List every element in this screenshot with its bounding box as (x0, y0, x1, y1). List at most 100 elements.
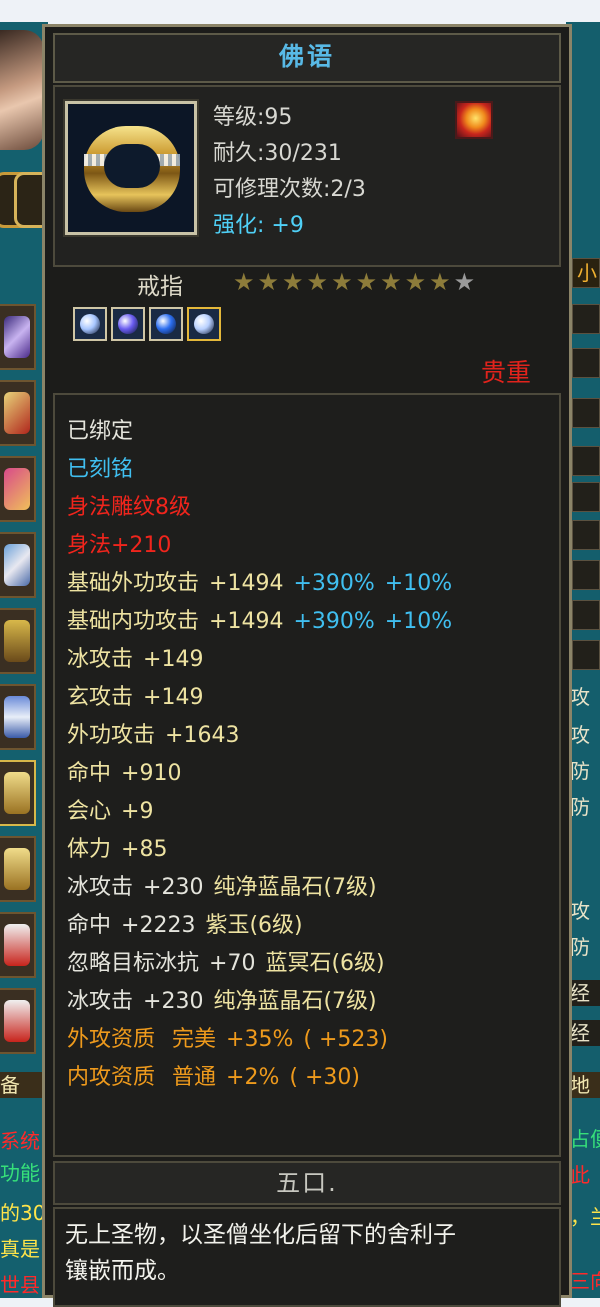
external-aptitude: 外攻资质 完美 +35% ( +523) (67, 1025, 388, 1055)
gem-bonus-line: 冰攻击 +230 纯净蓝晶石(7级) (67, 873, 377, 903)
star-filled-icon: ★ (306, 268, 329, 296)
gem-bonus-line: 冰攻击 +230 纯净蓝晶石(7级) (67, 987, 377, 1017)
background-field (572, 560, 600, 590)
attr-value: +70 (209, 951, 256, 976)
aptitude-grade: 普通 (172, 1065, 217, 1090)
stamina: 体力 +85 (67, 835, 167, 865)
item-name: 佛语 (278, 42, 335, 71)
gem-name: 紫玉(6级) (205, 913, 303, 938)
item-tooltip: 佛语 等级:95 耐久:30/231 可修理次数:2/3 强化: +9 戒指 ★… (42, 24, 572, 1307)
background-field (572, 398, 600, 428)
equip-slot-weapon[interactable] (0, 304, 36, 370)
background-label: 备 (0, 1072, 48, 1098)
carving-level: 身法雕纹8级 (67, 495, 191, 520)
base-external-attack: 基础外功攻击 +1494 +390% +10% (67, 569, 452, 599)
item-durability: 耐久:30/231 (213, 141, 342, 166)
star-filled-icon: ★ (331, 268, 353, 296)
ice-attack: 冰攻击 +149 (67, 645, 203, 675)
background-label: 攻 (570, 685, 590, 709)
agility-bonus: 身法+210 (67, 533, 172, 558)
background-label: 防 (570, 759, 590, 783)
attr-label: 玄攻击 (67, 685, 134, 710)
background-label: 攻 (570, 899, 590, 923)
attr-percent-2: +10% (384, 609, 453, 634)
attr-value: +1494 (209, 571, 284, 596)
background-field (572, 640, 600, 670)
attr-label: 冰攻击 (67, 875, 134, 900)
background-label: 真是 (0, 1237, 40, 1261)
attr-label: 命中 (67, 913, 112, 938)
background-field (572, 348, 600, 378)
item-level: 等级:95 (213, 105, 293, 130)
background-label: 防 (570, 795, 590, 819)
attr-percent-2: +10% (384, 571, 453, 596)
background-label: 攻 (570, 723, 590, 747)
purple-gem-icon (111, 307, 145, 341)
star-filled-icon: ★ (429, 268, 451, 296)
attr-label: 命中 (67, 761, 112, 786)
attr-label: 内攻资质 (67, 1065, 156, 1090)
gem-name: 纯净蓝晶石(7级) (213, 989, 377, 1014)
equip-slot-boots[interactable] (0, 684, 36, 750)
attr-label: 外攻资质 (67, 1027, 156, 1052)
bound-status: 已绑定 (67, 419, 134, 444)
background-field (572, 482, 600, 512)
attr-value: +35% (226, 1027, 294, 1052)
background-field (572, 446, 600, 476)
flame-icon (455, 101, 493, 139)
description-line: 镶嵌而成。 (65, 1258, 180, 1284)
attr-extra: ( +30) (289, 1065, 360, 1090)
item-description: 无上圣物，以圣僧坐化后留下的舍利子 镶嵌而成。 (53, 1207, 561, 1307)
aptitude-grade: 完美 (172, 1027, 217, 1052)
attr-value: +9 (121, 799, 154, 824)
gem-name: 纯净蓝晶石(7级) (213, 875, 377, 900)
engraved-status: 已刻铭 (67, 457, 134, 482)
equip-slot-armor[interactable] (0, 532, 36, 598)
critical: 会心 +9 (67, 797, 153, 827)
star-filled-icon: ★ (282, 268, 304, 296)
attr-extra: ( +523) (303, 1027, 388, 1052)
equip-slot-belt[interactable] (0, 608, 36, 674)
tooltip-title-bar: 佛语 (53, 33, 561, 83)
ring-hole (104, 144, 160, 188)
background-label: 地 (570, 1072, 600, 1098)
background-label: ，兰 (570, 1205, 600, 1229)
background-label: 世县 (0, 1273, 40, 1297)
attr-label: 基础外功攻击 (67, 571, 200, 596)
background-label: 防 (570, 935, 590, 959)
character-portrait[interactable] (0, 30, 44, 150)
background-field (572, 520, 600, 550)
ring-icon (63, 99, 199, 237)
ice-gem-icon (73, 307, 107, 341)
equip-slot-ring[interactable] (0, 760, 36, 826)
background-label: 经 (570, 1020, 600, 1046)
background-field (572, 304, 600, 334)
attr-label: 体力 (67, 837, 112, 862)
attr-label: 冰攻击 (67, 989, 134, 1014)
internal-aptitude: 内攻资质 普通 +2% ( +30) (67, 1063, 360, 1093)
attr-label: 忽略目标冰抗 (67, 951, 200, 976)
background-label: 占便 (570, 1127, 600, 1151)
equip-slot-amulet[interactable] (0, 912, 36, 978)
star-empty-icon: ★ (453, 268, 476, 296)
equip-slot-ring[interactable] (0, 836, 36, 902)
background-label: 的30 (0, 1201, 46, 1225)
star-filled-icon: ★ (404, 268, 427, 296)
equip-slot-bracer[interactable] (0, 456, 36, 522)
ice-gem-icon (187, 307, 221, 341)
gem-sockets (73, 307, 221, 341)
attr-value: +2223 (121, 913, 196, 938)
background-tab[interactable]: 小 (572, 258, 600, 288)
description-line: 无上圣物，以圣僧坐化后留下的舍利子 (65, 1222, 456, 1248)
equip-slot-scroll[interactable] (0, 380, 36, 446)
gem-bonus-line: 命中 +2223 紫玉(6级) (67, 911, 303, 941)
equip-slot-amulet[interactable] (0, 988, 36, 1054)
attr-value: +149 (143, 647, 204, 672)
attr-label: 会心 (67, 799, 112, 824)
tooltip-footer: 五口. (53, 1161, 561, 1205)
background-field (572, 600, 600, 630)
xuan-attack: 玄攻击 +149 (67, 683, 203, 713)
attr-label: 外功攻击 (67, 723, 156, 748)
attr-value: +1643 (165, 723, 240, 748)
background-label: 经 (570, 980, 600, 1006)
